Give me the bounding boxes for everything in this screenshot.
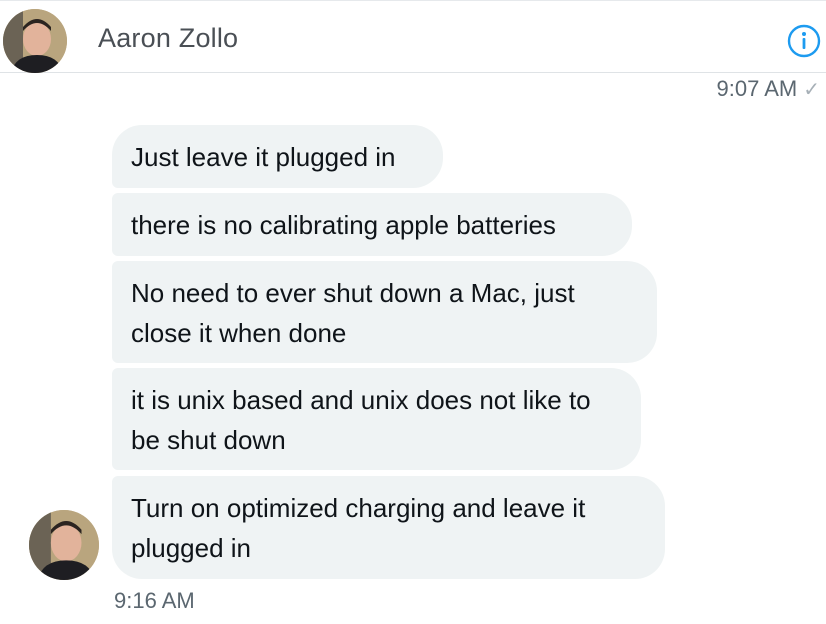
- message-text: Just leave it plugged in: [131, 142, 396, 172]
- message-text: it is unix based and unix does not like …: [131, 385, 591, 455]
- info-icon[interactable]: [786, 23, 822, 59]
- message-text: Turn on optimized charging and leave it …: [131, 493, 586, 563]
- conversation-header: Aaron Zollo: [0, 0, 826, 73]
- message-bubble[interactable]: Just leave it plugged in: [112, 125, 443, 188]
- message-bubble[interactable]: there is no calibrating apple batteries: [112, 193, 632, 256]
- message-bubble[interactable]: No need to ever shut down a Mac, just cl…: [112, 261, 657, 363]
- message-bubble[interactable]: Turn on optimized charging and leave it …: [112, 476, 665, 579]
- user-avatar-icon: [29, 510, 99, 580]
- sent-timestamp: 9:16 AM: [114, 588, 195, 613]
- checkmark-icon: ✓: [803, 78, 820, 101]
- contact-name[interactable]: Aaron Zollo: [98, 23, 238, 54]
- read-timestamp: 9:07 AM ✓: [717, 76, 820, 102]
- contact-avatar[interactable]: [3, 9, 67, 73]
- message-bubble[interactable]: it is unix based and unix does not like …: [112, 368, 641, 470]
- user-avatar-icon: [3, 9, 67, 73]
- message-text: there is no calibrating apple batteries: [131, 210, 556, 240]
- message-text: No need to ever shut down a Mac, just cl…: [131, 278, 575, 348]
- read-time-text: 9:07 AM: [716, 76, 798, 101]
- sender-avatar[interactable]: [29, 510, 99, 580]
